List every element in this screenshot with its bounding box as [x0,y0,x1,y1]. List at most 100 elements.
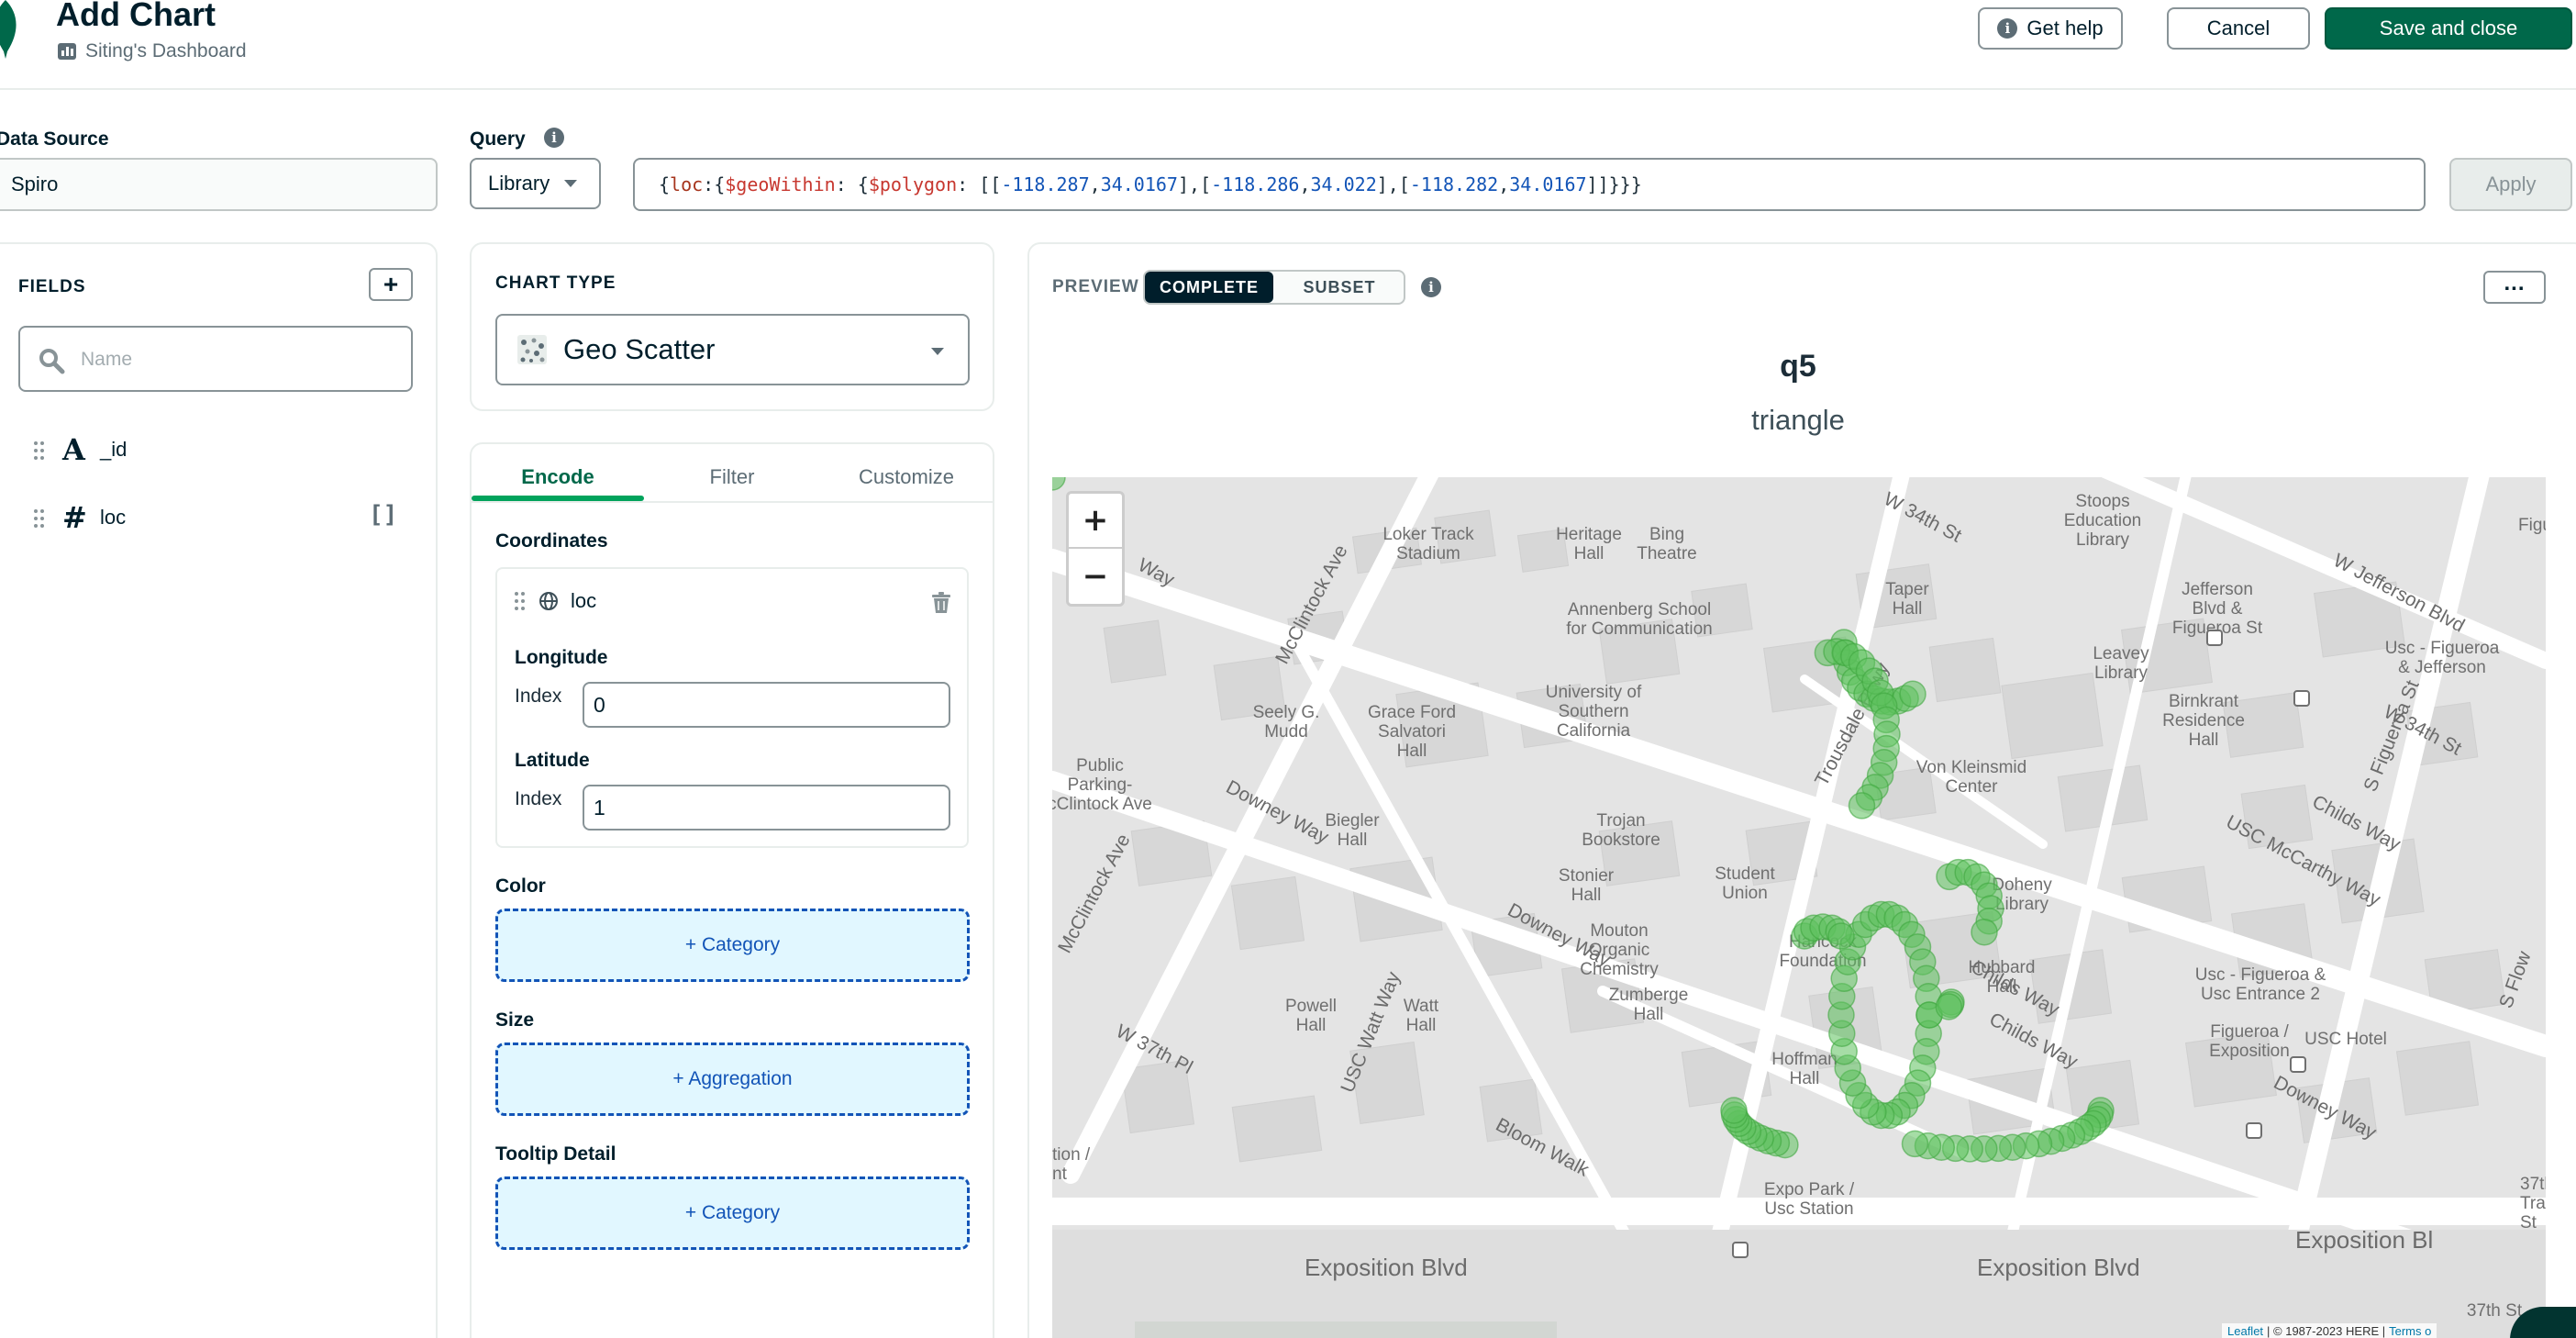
query-punct: , [1498,173,1510,195]
map-place-label-line: Expo Park / [1764,1180,1855,1199]
data-source-field[interactable]: Spiro [0,158,438,211]
field-name: _id [100,438,128,461]
size-drop-zone[interactable]: + Aggregation [495,1043,970,1116]
transit-stop-icon [2206,630,2223,646]
field-item-id[interactable]: A _id [33,432,127,469]
query-library-dropdown[interactable]: Library [470,158,601,209]
map-place-label-line: Hall [1338,831,1368,850]
more-options-button[interactable]: ... [2483,271,2546,304]
longitude-label: Longitude [515,647,608,668]
map-place-label: Student Union [1715,864,1775,903]
map-place-label-line: Residence [2162,711,2245,730]
query-number: 34.0167 [1100,173,1178,195]
add-field-button[interactable]: + [369,268,413,301]
array-icon[interactable]: [] [369,501,397,529]
size-label: Size [495,1009,535,1031]
map-place-label-line: Annenberg School [1568,600,1711,619]
longitude-index-input[interactable]: 0 [583,682,950,728]
get-help-button[interactable]: i Get help [1978,7,2123,50]
zoom-out-button[interactable]: − [1069,549,1122,604]
search-icon [39,349,65,374]
map-place-label-line: & Jefferson [2398,658,2486,677]
query-number: 34.0167 [1509,173,1587,195]
zoom-in-button[interactable]: + [1069,494,1122,549]
map-place-label-line: Powell [1285,997,1337,1016]
map-place-label-line: St [2520,1213,2537,1232]
map-building [1230,875,1305,951]
map-place-label-line: Figueroa / [2210,1022,2289,1042]
leaflet-link[interactable]: Leaflet [2227,1324,2263,1338]
geo-map[interactable]: Loker Track Stadium Heritage Hall Bing Theatr… [1052,477,2546,1338]
map-place-label-line: Trojan [1596,811,1645,831]
map-place-label-line: Hall [1893,599,1923,619]
map-street-label: McClintock Ave [1054,831,1135,956]
tab-customize[interactable]: Customize [820,459,993,496]
tooltip-drop-zone[interactable]: + Category [495,1176,970,1250]
map-place-label: Jefferson Blvd & Figueroa St [2172,580,2263,638]
drag-handle-icon[interactable] [33,440,46,461]
query-input[interactable]: {loc:{$geoWithin: {$polygon: [[-118.287,… [633,158,2426,211]
dashboard-breadcrumb[interactable]: Siting's Dashboard [58,40,247,62]
apply-button[interactable]: Apply [2449,158,2572,211]
scatter-point [1827,922,1855,950]
cancel-button[interactable]: Cancel [2167,7,2310,50]
map-attribution: Leaflet | © 1987-2023 HERE | Terms o [2222,1323,2437,1338]
map-place-label-line: Bookstore [1582,831,1660,850]
latitude-index-input[interactable]: 1 [583,785,950,831]
map-place-label-line: 37th S [2520,1175,2546,1194]
chart-type-dropdown[interactable]: Geo Scatter [495,314,970,385]
transit-stop-icon [2290,1056,2306,1073]
field-search-input[interactable] [81,344,393,375]
map-place-label-line: Salvatori [1378,722,1446,741]
query-text: {loc:{$geoWithin: {$polygon: [[-118.287,… [659,173,1642,195]
coordinates-label: Coordinates [495,530,608,552]
map-place-label-line: tion / [1052,1145,1091,1165]
map-park [1135,1321,1557,1338]
preview-info-icon[interactable]: i [1421,277,1441,297]
dashboard-name: Siting's Dashboard [85,40,247,61]
tab-filter[interactable]: Filter [644,459,820,496]
map-place-label: Stonier Hall [1559,866,1615,905]
query-info-icon[interactable]: i [544,128,564,148]
map-place-label-line: Transit [2520,1194,2546,1213]
map-place-label-line: Zumberge [1609,986,1689,1005]
map-place-label-line: Hall [1790,1069,1820,1088]
drag-handle-icon[interactable] [514,591,527,611]
query-punct: : { [835,173,869,195]
query-punct: ]]}}} [1586,173,1642,195]
map-place-label-line: Parking- [1068,775,1133,795]
query-operator: $polygon [868,173,958,195]
field-search[interactable] [18,326,413,392]
field-item-loc[interactable]: # loc [] [33,500,397,537]
terms-link[interactable]: Terms o [2389,1324,2431,1338]
map-place-label-line: for Communication [1566,619,1712,639]
map-place-label: Watt Hall [1404,997,1439,1035]
map-place-label-line: Hall [1634,1005,1664,1024]
color-drop-zone[interactable]: + Category [495,909,970,982]
latitude-label: Latitude [515,750,590,771]
map-place-label: Bing Theatre [1637,525,1696,563]
map-place-label-line: Education [2064,511,2142,530]
trash-icon[interactable] [931,592,951,614]
query-mode-value: Library [488,172,550,195]
chevron-down-icon [564,180,578,187]
scatter-point [1052,477,1066,491]
save-and-close-button[interactable]: Save and close [2325,7,2572,50]
map-place-label: Usc - Figueroa & Jefferson [2385,639,2500,677]
map-place-label: Leavey Library [2093,644,2149,683]
map-place-label-line: Stonier [1559,866,1615,886]
map-place-label: Biegler Hall [1325,811,1380,850]
map-place-label-line: USC Hotel [2304,1030,2387,1049]
drag-handle-icon[interactable] [33,508,46,529]
chart-type-value: Geo Scatter [563,333,716,365]
map-street-label: Exposition Blvd [1977,1254,2140,1281]
app-header: Add Chart Siting's Dashboard i Get help … [0,0,2576,90]
complete-mode-button[interactable]: COMPLETE [1145,272,1273,303]
subset-mode-button[interactable]: SUBSET [1275,272,1404,303]
tooltip-detail-label: Tooltip Detail [495,1143,616,1165]
transit-stop-icon [2246,1122,2262,1139]
tab-encode[interactable]: Encode [472,459,644,496]
chevron-down-icon [931,348,944,355]
coordinate-field-chip[interactable]: loc [514,589,596,613]
map-place-label: USC Hotel [2304,1030,2387,1049]
